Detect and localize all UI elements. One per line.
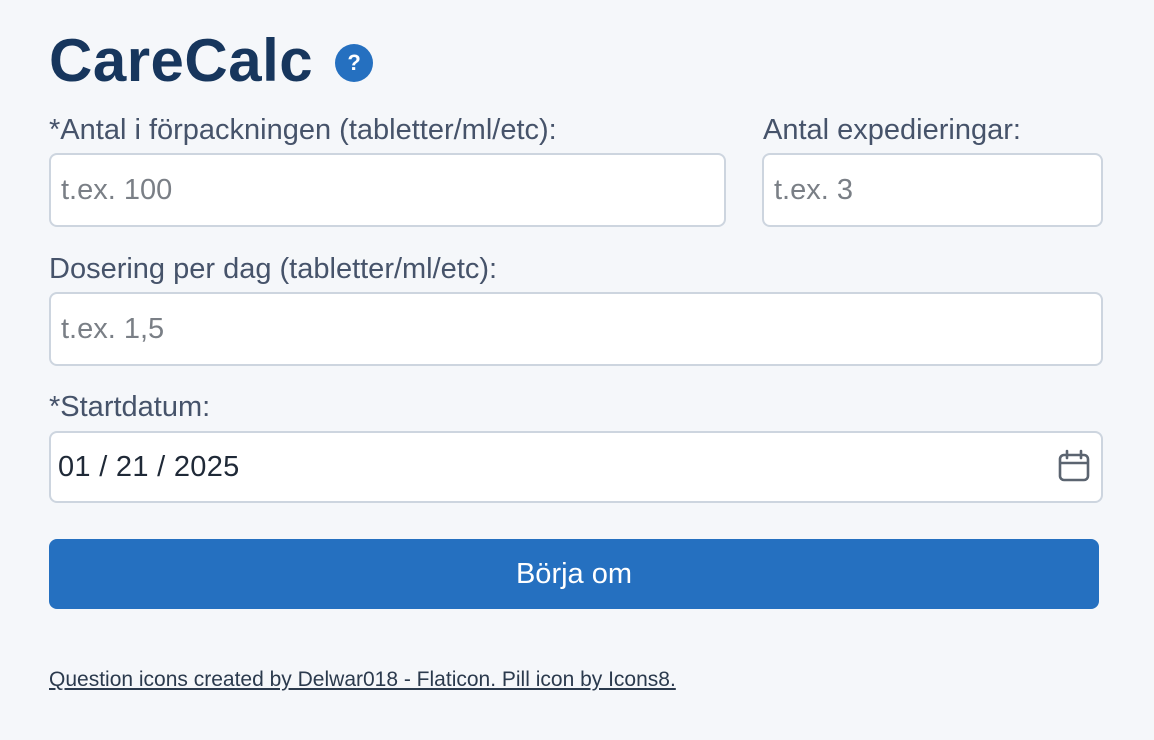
start-date-input[interactable]: 01 / 21 / 2025 — [49, 431, 1103, 503]
question-circle-icon[interactable]: ? — [335, 44, 374, 82]
carecalc-app: CareCalc ? *Antal i förpackningen (table… — [0, 0, 1154, 740]
dispensings-input[interactable] — [762, 153, 1103, 227]
package-quantity-label: *Antal i förpackningen (tabletter/ml/etc… — [49, 114, 557, 146]
daily-dose-label: Dosering per dag (tabletter/ml/etc): — [49, 253, 498, 285]
dispensings-label: Antal expedieringar: — [763, 114, 1021, 146]
package-quantity-input[interactable] — [49, 153, 726, 227]
start-date-value[interactable]: 01 / 21 / 2025 — [58, 451, 240, 484]
start-date-label: *Startdatum: — [49, 391, 211, 423]
app-title: CareCalc — [49, 27, 314, 94]
reset-button[interactable]: Börja om — [49, 539, 1099, 609]
credits-link[interactable]: Question icons created by Delwar018 - Fl… — [49, 668, 676, 692]
calendar-icon[interactable] — [1057, 449, 1091, 483]
daily-dose-input[interactable] — [49, 292, 1103, 366]
title-row: CareCalc ? — [49, 26, 374, 96]
